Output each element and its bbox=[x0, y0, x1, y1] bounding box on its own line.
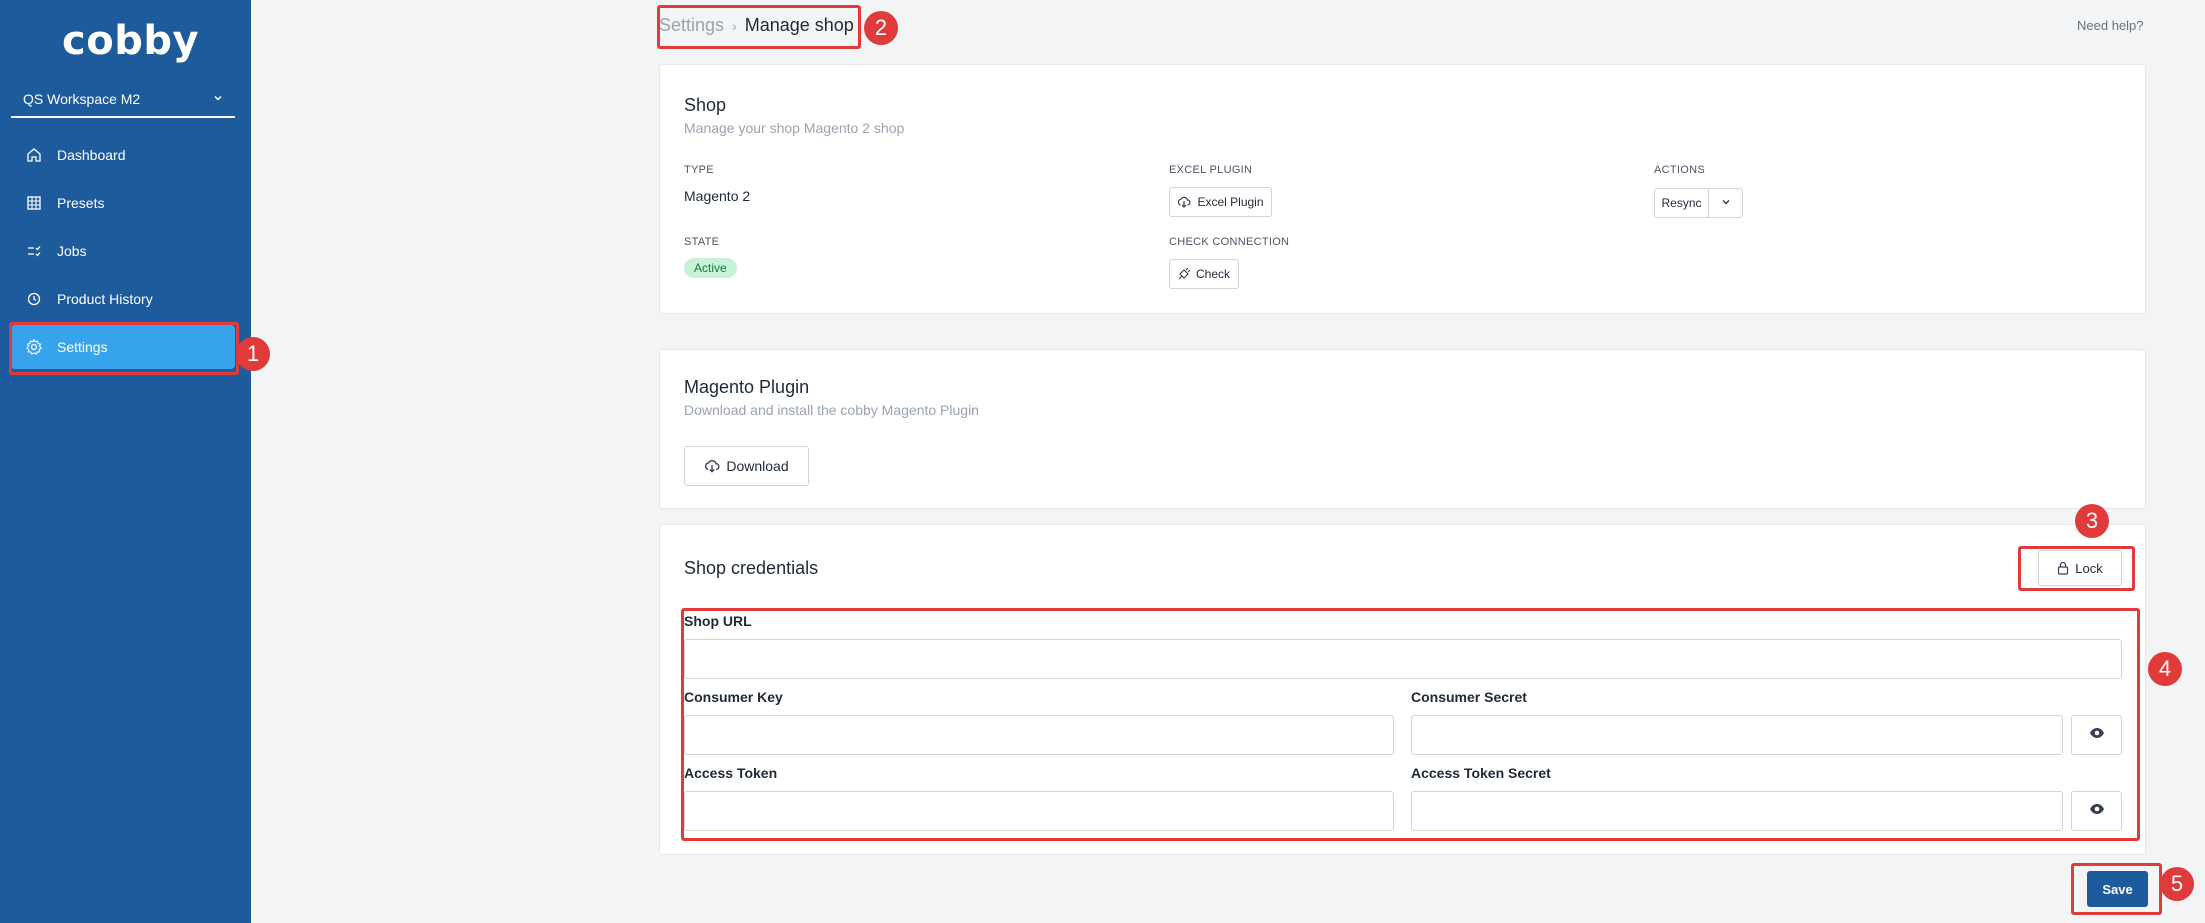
credentials-card-title: Shop credentials bbox=[684, 558, 819, 578]
check-connection-label: CHECK CONNECTION bbox=[1169, 236, 1290, 248]
cloud-download-icon bbox=[1177, 196, 1192, 208]
access-token-input[interactable] bbox=[684, 791, 1394, 831]
cloud-download-icon bbox=[704, 459, 720, 473]
shop-card-subtitle: Manage your shop Magento 2 shop bbox=[684, 120, 905, 136]
annotation-marker-1: 1 bbox=[236, 337, 270, 371]
plugin-card-title: Magento Plugin bbox=[684, 377, 810, 397]
access-token-label: Access Token bbox=[684, 765, 778, 781]
breadcrumb-settings-link[interactable]: Settings bbox=[659, 15, 724, 36]
excel-plugin-button-label: Excel Plugin bbox=[1197, 195, 1264, 209]
shop-credentials-card: Shop credentials Lock Shop URL Consumer … bbox=[659, 524, 2146, 855]
consumer-secret-input[interactable] bbox=[1411, 715, 2063, 755]
sidebar-item-label: Settings bbox=[57, 339, 108, 355]
eye-icon bbox=[2089, 726, 2105, 744]
cobby-logo[interactable]: cobby bbox=[62, 18, 199, 64]
show-access-token-secret-button[interactable] bbox=[2071, 791, 2122, 831]
consumer-key-input[interactable] bbox=[684, 715, 1394, 755]
sidebar-nav: Dashboard Presets Jobs Product History S… bbox=[11, 133, 235, 373]
need-help-link[interactable]: Need help? bbox=[2077, 18, 2144, 33]
excel-plugin-button[interactable]: Excel Plugin bbox=[1169, 187, 1272, 217]
actions-dropdown-button[interactable] bbox=[1708, 188, 1743, 218]
status-badge: Active bbox=[684, 258, 737, 278]
home-icon bbox=[25, 146, 43, 164]
plugin-card-subtitle: Download and install the cobby Magento P… bbox=[684, 402, 979, 418]
plug-icon bbox=[1178, 268, 1190, 280]
resync-button-label: Resync bbox=[1661, 196, 1702, 210]
consumer-key-label: Consumer Key bbox=[684, 689, 783, 705]
excel-plugin-label: EXCEL PLUGIN bbox=[1169, 164, 1253, 176]
sidebar-item-dashboard[interactable]: Dashboard bbox=[11, 133, 235, 177]
sidebar: cobby QS Workspace M2 Dashboard Presets … bbox=[0, 0, 251, 923]
save-button[interactable]: Save bbox=[2087, 871, 2148, 907]
lock-icon bbox=[2057, 561, 2069, 575]
workspace-selector[interactable]: QS Workspace M2 bbox=[11, 86, 235, 118]
show-consumer-secret-button[interactable] bbox=[2071, 715, 2122, 755]
annotation-marker-3: 3 bbox=[2075, 504, 2109, 538]
jobs-icon bbox=[25, 242, 43, 260]
shop-url-input[interactable] bbox=[684, 639, 2122, 679]
resync-button[interactable]: Resync bbox=[1654, 188, 1709, 218]
workspace-name: QS Workspace M2 bbox=[23, 91, 141, 107]
lock-button-label: Lock bbox=[2075, 560, 2103, 576]
type-value: Magento 2 bbox=[684, 188, 751, 204]
sidebar-item-settings[interactable]: Settings bbox=[11, 325, 235, 369]
chevron-right-icon: › bbox=[732, 17, 737, 34]
shop-url-label: Shop URL bbox=[684, 613, 752, 629]
access-token-secret-input[interactable] bbox=[1411, 791, 2063, 831]
sidebar-item-presets[interactable]: Presets bbox=[11, 181, 235, 225]
sidebar-item-jobs[interactable]: Jobs bbox=[11, 229, 235, 273]
sidebar-item-label: Product History bbox=[57, 291, 153, 307]
annotation-marker-5: 5 bbox=[2160, 867, 2194, 901]
shop-card: Shop Manage your shop Magento 2 shop TYP… bbox=[659, 64, 2146, 314]
sidebar-item-label: Jobs bbox=[57, 243, 87, 259]
download-button[interactable]: Download bbox=[684, 446, 809, 486]
gear-icon bbox=[25, 338, 43, 356]
shop-card-title: Shop bbox=[684, 95, 727, 115]
download-button-label: Download bbox=[726, 458, 789, 474]
chevron-down-icon bbox=[213, 92, 223, 106]
eye-icon bbox=[2089, 802, 2105, 820]
check-button-label: Check bbox=[1195, 267, 1230, 281]
breadcrumb: Settings › Manage shop bbox=[659, 15, 854, 36]
sidebar-item-label: Dashboard bbox=[57, 147, 126, 163]
state-label: STATE bbox=[684, 236, 720, 248]
sidebar-item-label: Presets bbox=[57, 195, 105, 211]
consumer-secret-label: Consumer Secret bbox=[1411, 689, 1527, 705]
check-connection-button[interactable]: Check bbox=[1169, 259, 1239, 289]
page-title: Manage shop bbox=[744, 15, 854, 35]
access-token-secret-label: Access Token Secret bbox=[1411, 765, 1551, 781]
annotation-marker-4: 4 bbox=[2148, 652, 2182, 686]
sidebar-item-product-history[interactable]: Product History bbox=[11, 277, 235, 321]
lock-button[interactable]: Lock bbox=[2038, 550, 2122, 586]
actions-label: ACTIONS bbox=[1654, 164, 1705, 176]
type-label: TYPE bbox=[684, 164, 714, 176]
annotation-marker-2: 2 bbox=[864, 11, 898, 45]
grid-icon bbox=[25, 194, 43, 212]
chevron-down-icon bbox=[1721, 196, 1731, 210]
magento-plugin-card: Magento Plugin Download and install the … bbox=[659, 349, 2146, 509]
history-icon bbox=[25, 290, 43, 308]
